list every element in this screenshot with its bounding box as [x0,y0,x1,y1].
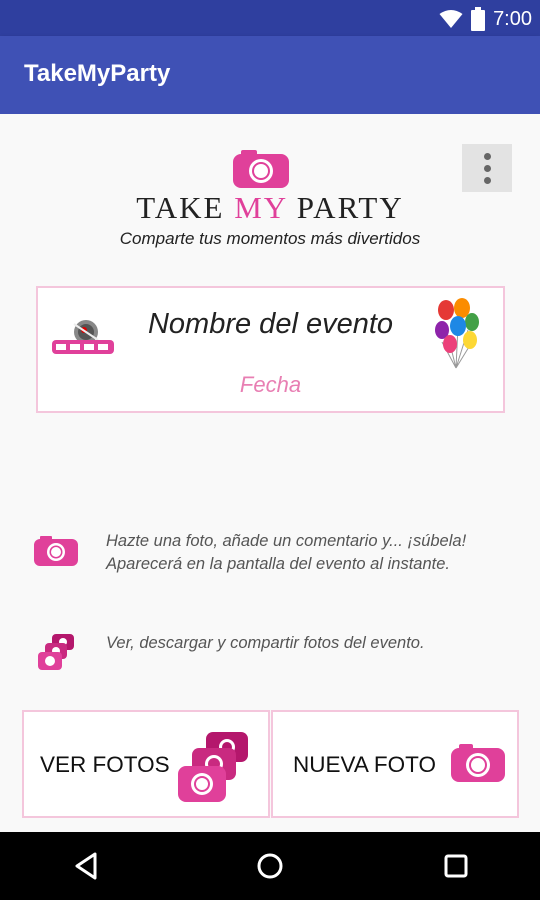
info-text-view-photos: Ver, descargar y compartir fotos del eve… [106,634,425,652]
status-icons: 7:00 [439,6,532,32]
balloons-icon [435,298,479,369]
home-icon [257,853,283,879]
more-vert-icon-dot [483,176,491,184]
app-logo-text: TAKE MY PARTY [0,190,540,226]
tagline: Comparte tus momentos más divertidos [119,229,421,248]
info-text-take-photo: Hazte una foto, añade un comentario y...… [106,532,467,573]
camera-icon [34,536,78,566]
logo-word-party: PARTY [287,190,404,225]
app-bar: TakeMyParty [0,36,540,114]
wifi-icon [439,10,463,28]
event-date: Fecha [239,372,302,397]
back-icon [75,852,97,880]
logo-word-my: MY [234,190,288,225]
view-photos-label: VER FOTOS [40,752,170,777]
overflow-menu-button[interactable] [462,144,512,192]
event-card: Nombre del evento Fecha [36,286,505,413]
camera-icon [451,744,505,782]
status-time: 7:00 [493,7,532,30]
back-button[interactable] [70,850,102,882]
stacked-cameras-icon [38,634,74,670]
home-button[interactable] [254,850,286,882]
status-bar: 7:00 [0,0,540,36]
stacked-cameras-icon [178,732,248,802]
new-photo-label: NUEVA FOTO [293,752,436,777]
view-photos-button[interactable]: VER FOTOS [22,710,270,818]
app-title: TakeMyParty [24,60,171,87]
navigation-bar [0,832,540,900]
logo-camera-icon [233,150,289,188]
more-vert-icon-dot [483,164,491,172]
logo-word-take: TAKE [136,190,235,225]
more-vert-icon [483,152,491,160]
main-content: TAKE MY PARTY Comparte tus momentos más … [0,114,540,832]
new-photo-button[interactable]: NUEVA FOTO [271,710,519,818]
battery-icon [471,7,486,31]
recents-button[interactable] [440,850,472,882]
recents-icon [444,854,468,878]
